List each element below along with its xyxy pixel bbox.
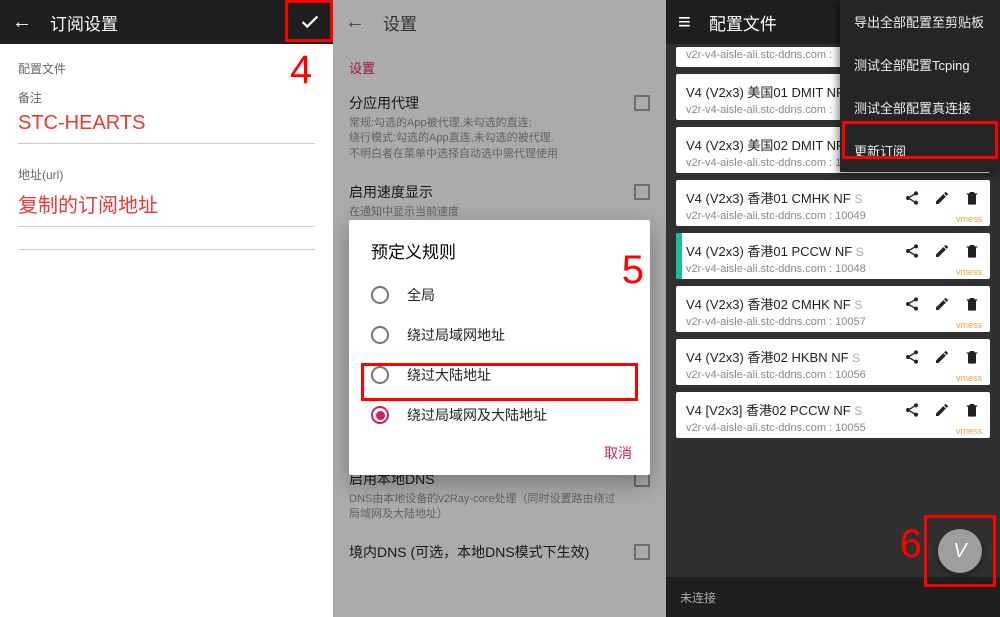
radio-label: 全局 [407, 285, 435, 305]
server-card[interactable]: V4 (V2x3) 香港01 CMHK NF S v2r-v4-aisle-ali… [676, 180, 990, 226]
menu-item[interactable]: 导出全部配置至剪贴板 [840, 0, 1000, 43]
share-icon[interactable] [904, 349, 920, 370]
server-name: V4 [V2x3] 香港02 PCCW NF S [686, 400, 898, 419]
server-card[interactable]: V4 (V2x3) 香港02 HKBN NF S v2r-v4-aisle-ali… [676, 339, 990, 385]
url-label: 地址(url) [18, 166, 315, 183]
menu-item[interactable]: 更新订阅 [840, 129, 1000, 172]
back-icon[interactable] [12, 11, 32, 34]
connect-fab[interactable]: V [938, 529, 982, 573]
protocol-badge: vmess [956, 320, 982, 330]
radio-option[interactable]: 全局 [349, 275, 650, 315]
radio-icon[interactable] [371, 286, 389, 304]
radio-icon[interactable] [371, 406, 389, 424]
share-icon[interactable] [904, 402, 920, 423]
server-address: v2r-v4-aisle-ali.stc-ddns.com : 10049 [686, 210, 898, 222]
radio-option[interactable]: 绕过大陆地址 [349, 355, 650, 395]
overflow-menu: 导出全部配置至剪贴板测试全部配置Tcping测试全部配置真连接更新订阅 [840, 0, 1000, 172]
protocol-badge: vmess [956, 267, 982, 277]
url-input-underline [18, 226, 315, 227]
radio-option[interactable]: 绕过局域网及大陆地址 [349, 395, 650, 435]
share-icon[interactable] [904, 296, 920, 317]
delete-icon[interactable] [964, 243, 980, 264]
server-address: v2r-v4-aisle-ali.stc-ddns.com : 10048 [686, 263, 898, 275]
remark-label: 备注 [18, 89, 315, 106]
edit-icon[interactable] [934, 190, 950, 211]
remark-input-underline [18, 143, 315, 144]
annotation-number-5: 5 [622, 248, 644, 293]
delete-icon[interactable] [964, 349, 980, 370]
dialog-title: 预定义规则 [349, 238, 650, 275]
edit-icon[interactable] [934, 296, 950, 317]
server-address: v2r-v4-aisle-ali.stc-ddns.com : 10057 [686, 316, 898, 328]
server-card[interactable]: V4 (V2x3) 香港02 CMHK NF S v2r-v4-aisle-ali… [676, 286, 990, 332]
radio-icon[interactable] [371, 326, 389, 344]
server-address: v2r-v4-aisle-ali.stc-ddns.com : 10055 [686, 422, 898, 434]
cancel-button[interactable]: 取消 [604, 445, 632, 461]
share-icon[interactable] [904, 190, 920, 211]
edit-icon[interactable] [934, 243, 950, 264]
divider [18, 249, 315, 250]
radio-label: 绕过局域网地址 [407, 325, 505, 345]
status-text: 未连接 [680, 589, 716, 606]
radio-label: 绕过局域网及大陆地址 [407, 405, 547, 425]
share-icon[interactable] [904, 243, 920, 264]
protocol-badge: vmess [956, 426, 982, 436]
server-name: V4 (V2x3) 香港02 CMHK NF S [686, 294, 898, 313]
edit-icon[interactable] [934, 349, 950, 370]
server-name: V4 (V2x3) 香港01 CMHK NF S [686, 188, 898, 207]
profile-label: 配置文件 [18, 60, 315, 77]
server-address: v2r-v4-aisle-ali.stc-ddns.com : 10056 [686, 369, 898, 381]
server-card[interactable]: V4 [V2x3] 香港02 PCCW NF S v2r-v4-aisle-ali… [676, 392, 990, 438]
remark-input-hint[interactable]: STC-HEARTS [18, 112, 315, 135]
radio-icon[interactable] [371, 366, 389, 384]
confirm-button[interactable] [299, 11, 321, 33]
annotation-number-4: 4 [290, 48, 312, 93]
menu-icon[interactable] [678, 9, 691, 35]
radio-option[interactable]: 绕过局域网地址 [349, 315, 650, 355]
page-title: 订阅设置 [50, 10, 281, 35]
protocol-badge: vmess [956, 214, 982, 224]
radio-label: 绕过大陆地址 [407, 365, 491, 385]
protocol-badge: vmess [956, 373, 982, 383]
annotation-number-6: 6 [900, 522, 922, 567]
server-name: V4 (V2x3) 香港01 PCCW NF S [686, 241, 898, 260]
server-name: V4 (V2x3) 香港02 HKBN NF S [686, 347, 898, 366]
edit-icon[interactable] [934, 402, 950, 423]
delete-icon[interactable] [964, 190, 980, 211]
status-bar: 未连接 [666, 577, 1000, 617]
predefined-rules-dialog: 预定义规则 全局绕过局域网地址绕过大陆地址绕过局域网及大陆地址 取消 [349, 220, 650, 475]
url-input-hint[interactable]: 复制的订阅地址 [18, 189, 315, 218]
menu-item[interactable]: 测试全部配置真连接 [840, 86, 1000, 129]
menu-item[interactable]: 测试全部配置Tcping [840, 43, 1000, 86]
delete-icon[interactable] [964, 402, 980, 423]
server-card[interactable]: V4 (V2x3) 香港01 PCCW NF S v2r-v4-aisle-ali… [676, 233, 990, 279]
delete-icon[interactable] [964, 296, 980, 317]
